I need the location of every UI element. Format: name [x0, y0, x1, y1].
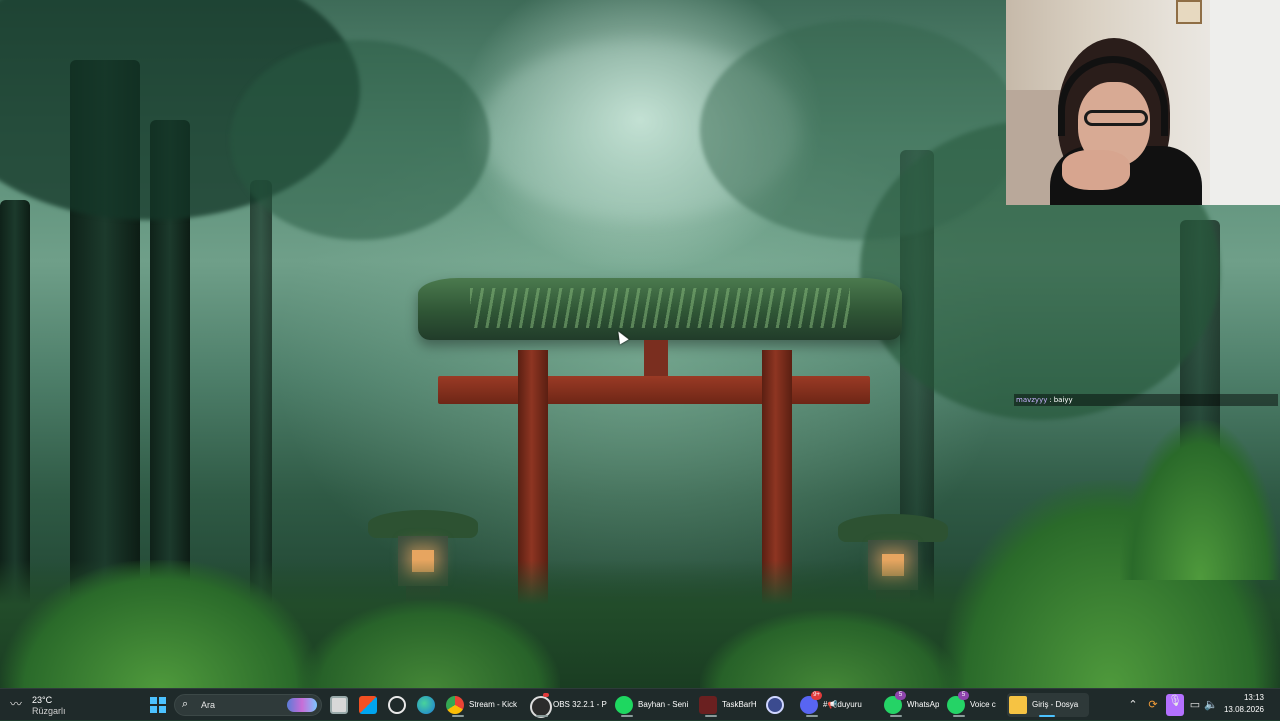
search-placeholder: Ara [201, 700, 216, 710]
spotify-icon [615, 696, 633, 714]
system-tray: ⌃ ⟳ 🎙 ▭ 🔈 13:13 13.08.2026 [1122, 689, 1272, 721]
notification-badge: 5 [958, 691, 969, 700]
taskbar-app-discord[interactable]: 9+ #📢duyuru [798, 691, 876, 717]
taskbar-app-label: WhatsAp [907, 700, 939, 709]
fern [0, 560, 320, 688]
taskbar-app-whatsapp-voice[interactable]: 5 Voice c [945, 691, 1003, 717]
taskbar-app-obs[interactable]: OBS 32.2.1 - P [528, 693, 608, 718]
wind-icon: 〰 [10, 697, 23, 711]
gear-icon[interactable] [766, 696, 784, 714]
weather-temperature: 23°C [32, 695, 53, 705]
foliage [700, 20, 1020, 240]
taskbar-app-label: OBS 32.2.1 - P [553, 700, 607, 709]
taskbar-app-whatsapp[interactable]: 5 WhatsAp [882, 691, 940, 717]
taskbar-app-label: #📢duyuru [823, 700, 862, 709]
folder-icon [1009, 696, 1027, 714]
taskbar-app-label: Bayhan - Seni [638, 700, 689, 709]
taskbar-app-chrome[interactable]: Stream - Kick [444, 693, 526, 717]
weather-condition: Rüzgarlı [32, 706, 66, 716]
chrome-icon [446, 696, 464, 714]
search-highlight-icon [287, 698, 317, 712]
notification-badge: 5 [895, 691, 906, 700]
taskbar-app-taskbarh[interactable]: TaskBarH [697, 693, 761, 717]
clock-time: 13:13 [1243, 693, 1264, 702]
task-view-icon[interactable] [330, 696, 348, 714]
windows-logo-icon [150, 697, 157, 704]
fern [700, 610, 960, 688]
torii-beam [438, 376, 870, 404]
taskbar-app-label: Stream - Kick [469, 700, 518, 709]
start-button[interactable] [150, 697, 166, 713]
tree-trunk [0, 200, 30, 620]
weather-widget[interactable]: 〰 23°C Rüzgarlı [8, 692, 68, 718]
taskbar-app-label: TaskBarH [722, 700, 757, 709]
foliage [230, 40, 490, 240]
taskbar-icon [699, 696, 717, 714]
torii-moss [470, 288, 850, 328]
recording-dot [543, 693, 549, 697]
chat-message: mavzyyy: baiyy [1014, 394, 1278, 406]
edge-icon[interactable] [417, 696, 435, 714]
taskbar-app-file-explorer[interactable]: Giriş - Dosya [1007, 693, 1089, 717]
taskbar: 〰 23°C Rüzgarlı ⌕ Ara Stream - Kick OBS … [0, 688, 1280, 720]
chat-separator: : [1049, 396, 1052, 404]
taskbar-search[interactable]: ⌕ Ara [174, 694, 322, 716]
network-icon[interactable]: ▭ [1188, 698, 1202, 712]
search-icon: ⌕ [182, 698, 189, 710]
fern [1120, 420, 1280, 580]
notification-badge: 9+ [811, 691, 822, 700]
sync-icon[interactable]: ⟳ [1146, 698, 1160, 712]
taskbar-app-label: Voice c [970, 700, 996, 709]
tree-trunk [250, 180, 272, 620]
fern [300, 600, 560, 688]
taskbar-clock[interactable]: 13:13 13.08.2026 [1208, 692, 1264, 716]
chat-username: mavzyyy [1016, 396, 1048, 404]
chevron-up-icon[interactable]: ⌃ [1126, 698, 1140, 712]
taskbar-app-label: Giriş - Dosya [1032, 700, 1079, 709]
torii-center-post [644, 340, 668, 380]
store-icon[interactable] [359, 696, 377, 714]
chat-text: baiyy [1053, 396, 1073, 404]
webcam-overlay [1006, 0, 1280, 205]
microphone-icon[interactable]: 🎙 [1166, 694, 1184, 716]
clock-date: 13.08.2026 [1223, 705, 1264, 714]
taskbar-app-spotify[interactable]: Bayhan - Seni [613, 693, 693, 717]
chatgpt-icon[interactable] [388, 696, 406, 714]
